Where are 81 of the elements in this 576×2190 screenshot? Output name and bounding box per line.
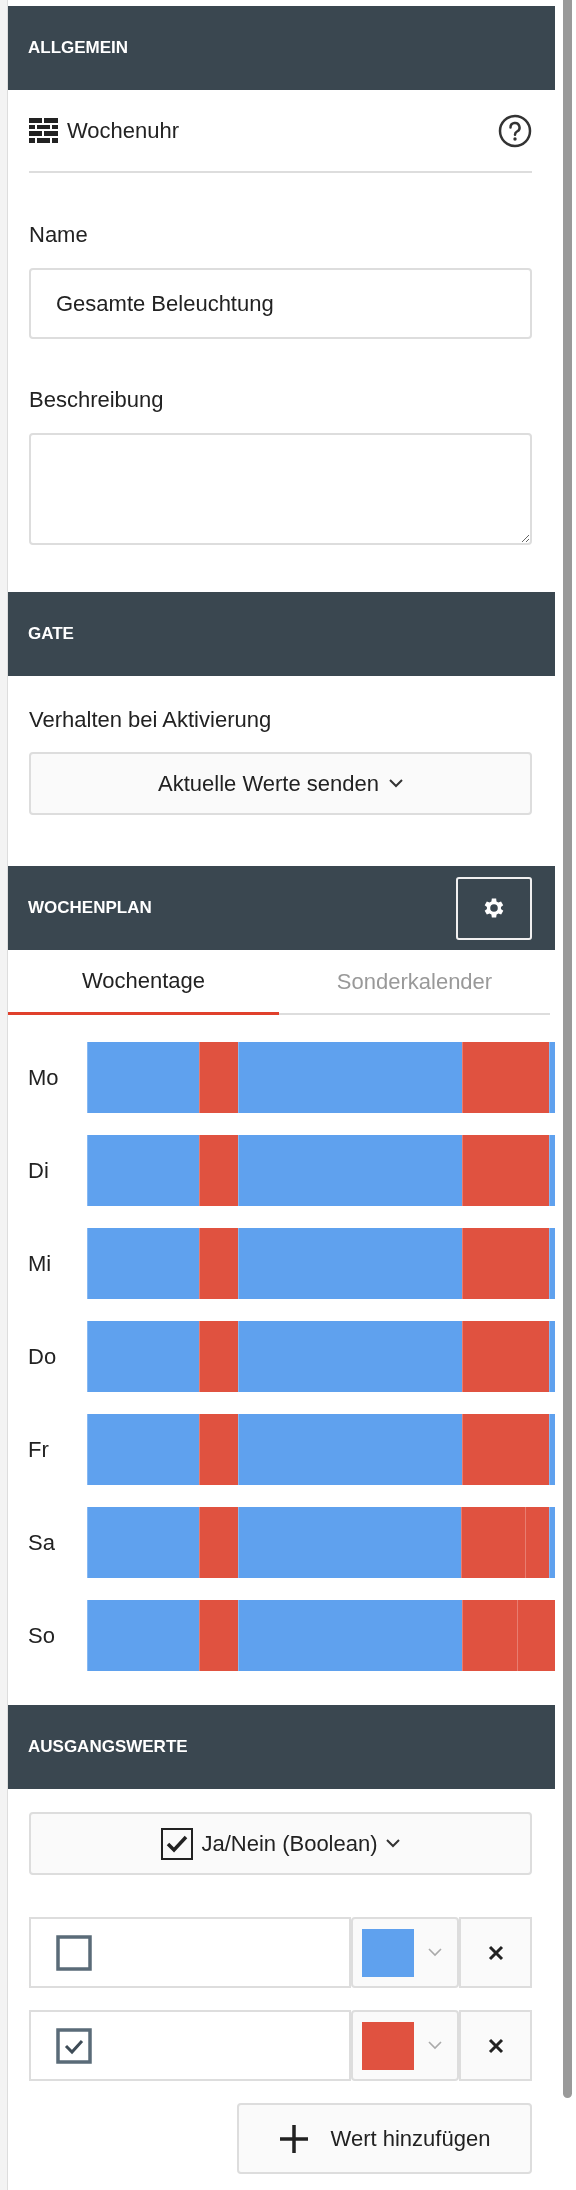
plus-icon (278, 2123, 309, 2154)
time-segment[interactable] (87, 1321, 200, 1392)
field-label: Name (29, 221, 89, 249)
time-segment[interactable] (237, 1507, 461, 1578)
settings-button[interactable] (456, 876, 532, 940)
time-segment[interactable] (461, 1228, 550, 1299)
section-header: AUSGANGSWERTE (8, 1705, 555, 1789)
block-type-label: Wochenuhr (67, 117, 181, 144)
schedule-bar[interactable] (87, 1321, 555, 1392)
field-label: Verhalten bei Aktivierung (29, 706, 273, 734)
time-segment[interactable] (238, 1321, 462, 1392)
help-icon[interactable] (498, 113, 532, 148)
time-segment[interactable] (460, 1507, 526, 1578)
behavior-dropdown[interactable]: Aktuelle Werte senden (29, 752, 532, 815)
time-segment[interactable] (549, 1228, 555, 1299)
time-segment[interactable] (461, 1321, 550, 1392)
schedule-bar[interactable] (87, 1600, 555, 1671)
color-select[interactable] (351, 2010, 459, 2081)
add-value-button[interactable]: Wert hinzufügen (237, 2103, 532, 2174)
description-field[interactable] (29, 433, 532, 545)
time-segment[interactable] (461, 1135, 550, 1206)
brick-wall-icon (29, 118, 58, 143)
name-field[interactable]: Gesamte Beleuchtung (29, 268, 532, 339)
day-label: Di (28, 1157, 50, 1184)
caret-icon (428, 1948, 442, 1957)
time-segment[interactable] (549, 1135, 555, 1206)
time-segment[interactable] (461, 1600, 517, 1671)
time-segment[interactable] (87, 1228, 200, 1299)
time-segment[interactable] (199, 1414, 239, 1485)
checkbox[interactable] (56, 1934, 92, 1971)
scrollbar[interactable] (563, 0, 572, 2098)
time-segment[interactable] (198, 1507, 238, 1578)
time-segment[interactable] (549, 1042, 555, 1113)
time-segment[interactable] (461, 1042, 550, 1113)
field-label: Beschreibung (29, 386, 165, 414)
color-select[interactable] (351, 1917, 459, 1988)
delete-button[interactable] (459, 1917, 532, 1988)
time-segment[interactable] (549, 1414, 555, 1485)
time-segment[interactable] (238, 1135, 462, 1206)
caret-icon (388, 779, 403, 788)
close-icon (487, 2037, 504, 2054)
delete-button[interactable] (459, 2010, 532, 2081)
schedule-bar[interactable] (87, 1135, 555, 1206)
time-segment[interactable] (461, 1414, 550, 1485)
day-label: Sa (28, 1529, 56, 1556)
section-header: WOCHENPLAN (28, 898, 152, 918)
time-segment[interactable] (238, 1414, 462, 1485)
day-label: Do (28, 1343, 58, 1370)
day-label: So (28, 1622, 56, 1649)
time-segment[interactable] (199, 1228, 239, 1299)
time-segment[interactable] (525, 1507, 550, 1578)
time-segment[interactable] (87, 1414, 200, 1485)
section-header: ALLGEMEIN (8, 6, 555, 90)
time-segment[interactable] (549, 1507, 555, 1578)
value-type-dropdown[interactable]: Ja/Nein (Boolean) (29, 1812, 532, 1875)
time-segment[interactable] (549, 1321, 555, 1392)
day-label: Mo (28, 1064, 60, 1091)
time-segment[interactable] (238, 1042, 462, 1113)
time-segment[interactable] (199, 1600, 239, 1671)
caret-icon (385, 1839, 400, 1848)
time-segment[interactable] (87, 1042, 200, 1113)
time-segment[interactable] (87, 1507, 199, 1578)
time-segment[interactable] (87, 1600, 200, 1671)
time-segment[interactable] (87, 1135, 200, 1206)
day-label: Fr (28, 1436, 50, 1463)
schedule-bar[interactable] (87, 1042, 555, 1113)
time-segment[interactable] (238, 1600, 462, 1671)
section-header: GATE (8, 592, 555, 676)
schedule-bar[interactable] (87, 1414, 555, 1485)
time-segment[interactable] (238, 1228, 462, 1299)
checkbox[interactable] (56, 2027, 92, 2064)
time-segment[interactable] (199, 1321, 239, 1392)
schedule-bar[interactable] (87, 1507, 555, 1578)
time-segment[interactable] (516, 1600, 555, 1671)
day-label: Mi (28, 1250, 53, 1277)
close-icon (487, 1944, 504, 1961)
checkbox-icon (161, 1827, 194, 1860)
time-segment[interactable] (199, 1135, 239, 1206)
caret-icon (428, 2041, 442, 2050)
time-segment[interactable] (199, 1042, 239, 1113)
schedule-bar[interactable] (87, 1228, 555, 1299)
